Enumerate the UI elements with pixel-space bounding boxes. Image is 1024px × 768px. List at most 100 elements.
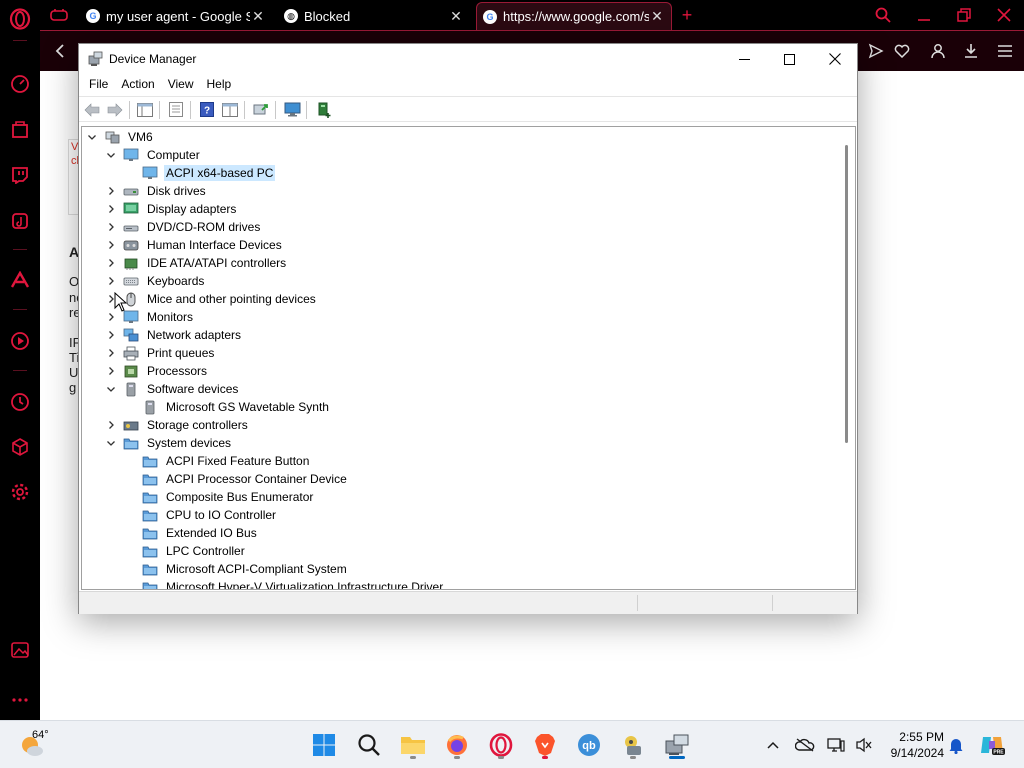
device-tree[interactable]: VM6 Computer ACPI x64-based PC Disk drives D… <box>81 126 856 590</box>
file-explorer-taskbar-button[interactable] <box>397 729 429 761</box>
tab-close-icon[interactable]: ✕ <box>250 8 266 25</box>
expand-chevron-icon[interactable] <box>105 347 117 359</box>
vertical-scrollbar-thumb[interactable] <box>845 145 848 443</box>
network-display-icon[interactable] <box>826 735 846 755</box>
menu-action[interactable]: Action <box>115 74 160 96</box>
tree-item-disk-drives[interactable]: Disk drives <box>105 182 208 200</box>
tree-item-network-adapters[interactable]: Network adapters <box>105 326 243 344</box>
tree-item-extended-io-bus[interactable]: Extended IO Bus <box>124 524 259 542</box>
tree-item-processors[interactable]: Processors <box>105 362 209 380</box>
expand-chevron-icon[interactable] <box>105 203 117 215</box>
back-button[interactable] <box>83 101 101 118</box>
player-icon[interactable] <box>9 330 31 352</box>
tree-item-microsoft-acpi-compliant-system[interactable]: Microsoft ACPI-Compliant System <box>124 560 349 578</box>
tab-blocked[interactable]: ◍ Blocked ✕ <box>278 2 470 30</box>
expand-chevron-icon[interactable] <box>105 311 117 323</box>
tree-item-mice-and-other-pointing-devices[interactable]: Mice and other pointing devices <box>105 290 318 308</box>
collapse-chevron-icon[interactable] <box>86 131 98 143</box>
collapse-chevron-icon[interactable] <box>105 437 117 449</box>
tab-user-agent[interactable]: G my user agent - Google Se ✕ <box>80 2 272 30</box>
expand-chevron-icon[interactable] <box>105 257 117 269</box>
tree-item-software-devices[interactable]: Software devices <box>105 380 240 398</box>
tree-item-acpi-x64-based-pc[interactable]: ACPI x64-based PC <box>124 164 276 182</box>
tree-item-microsoft-gs-wavetable-synth[interactable]: Microsoft GS Wavetable Synth <box>124 398 331 416</box>
utility-app-taskbar-button[interactable] <box>617 729 649 761</box>
image-gallery-icon[interactable] <box>9 639 31 661</box>
minimize-browser-icon[interactable] <box>911 4 937 26</box>
volume-muted-icon[interactable] <box>854 735 874 755</box>
restore-browser-icon[interactable] <box>951 4 977 26</box>
menu-help[interactable]: Help <box>201 74 238 96</box>
easy-setup-menu-icon[interactable] <box>995 41 1015 61</box>
show-hidden-icons-chevron-icon[interactable] <box>763 735 783 755</box>
tiktok-icon[interactable] <box>9 210 31 232</box>
search-button[interactable] <box>353 729 385 761</box>
tab-close-icon[interactable]: ✕ <box>649 8 665 25</box>
tree-item-storage-controllers[interactable]: Storage controllers <box>105 416 250 434</box>
speed-dial-icon[interactable] <box>9 73 31 95</box>
maximize-button[interactable] <box>766 44 812 74</box>
download-icon[interactable] <box>961 41 981 61</box>
tree-item-display-adapters[interactable]: Display adapters <box>105 200 238 218</box>
firefox-taskbar-button[interactable] <box>441 729 473 761</box>
settings-gear-icon[interactable] <box>9 481 31 503</box>
shopping-bag-icon[interactable] <box>9 118 31 140</box>
clock[interactable]: 2:55 PM 9/14/2024 <box>891 729 944 761</box>
forward-button[interactable] <box>106 101 124 118</box>
tree-item-acpi-processor-container-device[interactable]: ACPI Processor Container Device <box>124 470 349 488</box>
expand-chevron-icon[interactable] <box>105 221 117 233</box>
close-browser-icon[interactable] <box>991 4 1017 26</box>
tree-item-ide-ata-atapi-controllers[interactable]: IDE ATA/ATAPI controllers <box>105 254 288 272</box>
collapse-chevron-icon[interactable] <box>105 383 117 395</box>
expand-chevron-icon[interactable] <box>105 185 117 197</box>
expand-chevron-icon[interactable] <box>105 365 117 377</box>
tab-google-search[interactable]: G https://www.google.com/s ✕ <box>476 2 672 30</box>
expand-chevron-icon[interactable] <box>105 329 117 341</box>
new-tab-button[interactable]: + <box>674 4 700 26</box>
tree-item-lpc-controller[interactable]: LPC Controller <box>124 542 247 560</box>
tree-item-print-queues[interactable]: Print queues <box>105 344 216 362</box>
workspace-icon[interactable] <box>46 4 72 26</box>
menu-view[interactable]: View <box>162 74 200 96</box>
more-dots-icon[interactable] <box>9 689 31 711</box>
notification-bell-icon[interactable] <box>946 735 966 755</box>
show-hide-console-tree-button[interactable] <box>136 101 154 118</box>
properties-button[interactable] <box>167 101 185 118</box>
tree-item-human-interface-devices[interactable]: Human Interface Devices <box>105 236 284 254</box>
copilot-icon[interactable]: PRE <box>979 735 1005 756</box>
tree-item-cpu-to-io-controller[interactable]: CPU to IO Controller <box>124 506 278 524</box>
tree-item-computer[interactable]: Computer <box>105 146 202 164</box>
update-driver-button[interactable] <box>252 101 270 118</box>
tree-item-system-devices[interactable]: System devices <box>105 434 233 452</box>
brave-taskbar-button[interactable] <box>529 729 561 761</box>
tree-item-microsoft-hyper-v-virtualization-infrastructure-driver[interactable]: Microsoft Hyper-V Virtualization Infrast… <box>124 578 445 589</box>
tree-item-keyboards[interactable]: Keyboards <box>105 272 206 290</box>
aria-icon[interactable] <box>9 269 31 291</box>
add-legacy-hardware-button[interactable] <box>315 101 333 118</box>
device-manager-taskbar-button[interactable] <box>661 729 693 761</box>
tree-item-composite-bus-enumerator[interactable]: Composite Bus Enumerator <box>124 488 315 506</box>
expand-chevron-icon[interactable] <box>105 275 117 287</box>
close-button[interactable] <box>812 44 858 74</box>
tab-close-icon[interactable]: ✕ <box>448 8 464 25</box>
minimize-button[interactable] <box>721 44 767 74</box>
title-bar[interactable]: Device Manager <box>79 44 857 74</box>
tree-item-dvd-cd-rom-drives[interactable]: DVD/CD-ROM drives <box>105 218 262 236</box>
profile-icon[interactable] <box>928 41 948 61</box>
qbittorrent-taskbar-button[interactable]: qb <box>573 729 605 761</box>
help-button[interactable]: ? <box>198 101 216 118</box>
tree-item-vm6[interactable]: VM6 <box>86 128 155 146</box>
expand-chevron-icon[interactable] <box>105 239 117 251</box>
opera-taskbar-button[interactable] <box>485 729 517 761</box>
tab-search-icon[interactable] <box>870 4 896 26</box>
back-arrow-icon[interactable] <box>50 41 70 61</box>
send-icon[interactable] <box>866 41 886 61</box>
details-pane-button[interactable] <box>221 101 239 118</box>
menu-file[interactable]: File <box>83 74 114 96</box>
expand-chevron-icon[interactable] <box>105 419 117 431</box>
extensions-cube-icon[interactable] <box>9 436 31 458</box>
opera-logo-icon[interactable] <box>9 8 31 30</box>
twitch-icon[interactable] <box>9 164 31 186</box>
tree-item-acpi-fixed-feature-button[interactable]: ACPI Fixed Feature Button <box>124 452 311 470</box>
collapse-chevron-icon[interactable] <box>105 149 117 161</box>
